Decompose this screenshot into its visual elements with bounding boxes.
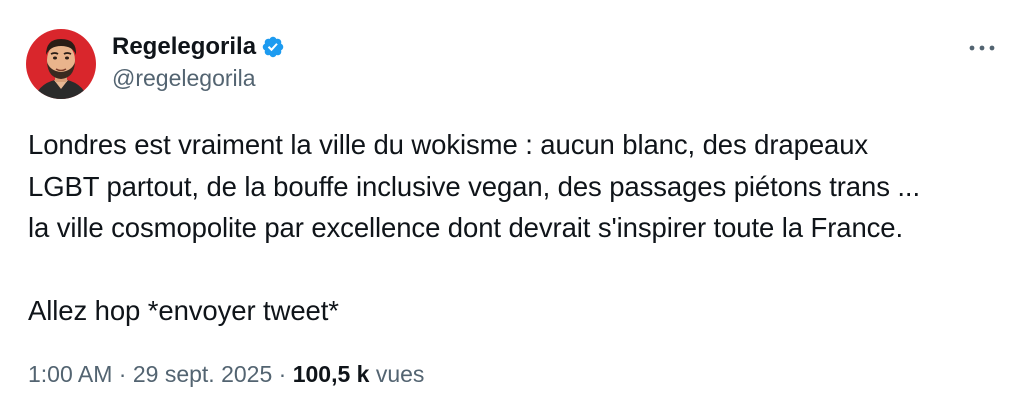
author-block: Regelegorila @regelegorila — [112, 31, 285, 93]
name-row: Regelegorila — [112, 31, 285, 63]
tweet-meta: 1:00 AM · 29 sept. 2025 · 100,5 k vues — [28, 358, 424, 390]
tweet-time[interactable]: 1:00 AM — [28, 361, 112, 387]
tweet-text: Londres est vraiment la ville du wokisme… — [28, 124, 1008, 332]
tweet-text-line: Londres est vraiment la ville du wokisme… — [28, 129, 869, 160]
views-count[interactable]: 100,5 k — [293, 361, 370, 387]
views-label: vues — [375, 361, 425, 387]
more-icon[interactable] — [965, 36, 999, 60]
display-name[interactable]: Regelegorila — [112, 31, 256, 63]
tweet-text-line: la ville cosmopolite par excellence dont… — [28, 212, 904, 243]
verified-badge-icon[interactable] — [261, 35, 285, 59]
handle[interactable]: @regelegorila — [112, 63, 285, 93]
avatar[interactable] — [26, 29, 96, 99]
tweet-text-line: Allez hop *envoyer tweet* — [28, 295, 339, 326]
tweet-card: Regelegorila @regelegorila Londres est v… — [0, 0, 1024, 415]
meta-separator: · — [278, 361, 287, 387]
tweet-text-line: LGBT partout, de la bouffe inclusive veg… — [28, 170, 921, 202]
tweet-date[interactable]: 29 sept. 2025 — [133, 361, 272, 387]
meta-separator: · — [118, 361, 127, 387]
avatar-image — [26, 29, 96, 99]
